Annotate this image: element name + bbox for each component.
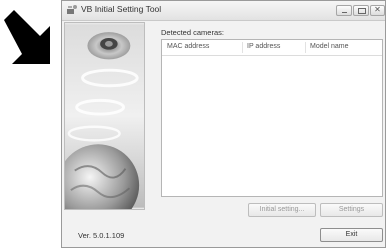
camera-app-icon — [67, 5, 77, 14]
column-model-name[interactable]: Model name — [310, 43, 349, 50]
minimize-button[interactable] — [336, 5, 352, 16]
column-mac-address[interactable]: MAC address — [167, 43, 209, 50]
settings-button[interactable]: Settings — [320, 203, 383, 217]
exit-button[interactable]: Exit — [320, 228, 383, 242]
maximize-icon — [358, 8, 366, 14]
column-ip-address[interactable]: IP address — [247, 43, 280, 50]
list-header: MAC address IP address Model name — [162, 40, 382, 56]
detected-cameras-label: Detected cameras: — [161, 28, 224, 37]
app-window: VB Initial Setting Tool ✕ Detected camer… — [61, 0, 386, 248]
camera-list[interactable]: MAC address IP address Model name — [161, 39, 383, 197]
column-separator — [242, 42, 243, 53]
close-icon: ✕ — [374, 5, 381, 14]
title-bar[interactable]: VB Initial Setting Tool ✕ — [62, 1, 385, 21]
pointer-arrow-icon — [4, 10, 50, 64]
initial-setting-button[interactable]: Initial setting... — [248, 203, 316, 217]
window-title: VB Initial Setting Tool — [81, 4, 162, 14]
minimize-icon — [342, 12, 347, 13]
side-banner-illustration — [64, 22, 145, 210]
close-button[interactable]: ✕ — [370, 5, 385, 16]
version-label: Ver. 5.0.1.109 — [78, 231, 125, 240]
maximize-button[interactable] — [353, 5, 369, 16]
column-separator — [305, 42, 306, 53]
